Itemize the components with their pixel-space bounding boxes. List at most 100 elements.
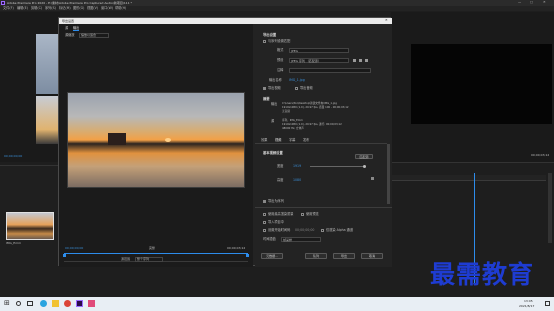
taskbar-date: 2021/8/17 bbox=[519, 303, 535, 308]
menu-sequence[interactable]: 序列(S) bbox=[45, 6, 56, 10]
settings-tabs: 效果 视频 字幕 发布 bbox=[255, 137, 387, 144]
menu-clip[interactable]: 剪辑(C) bbox=[31, 6, 42, 10]
set-start-timecode-checkbox[interactable] bbox=[263, 229, 266, 232]
search-icon[interactable] bbox=[16, 301, 21, 306]
watermark-logo: 最需教育 bbox=[430, 260, 535, 289]
out-point-handle[interactable] bbox=[246, 254, 249, 257]
render-alpha-checkbox[interactable] bbox=[321, 229, 324, 232]
use-previews-label: 使用预览 bbox=[306, 212, 319, 216]
export-audio-checkbox[interactable] bbox=[295, 87, 298, 90]
delete-preset-icon[interactable] bbox=[365, 59, 368, 62]
time-interpolation-select[interactable]: 帧采样 bbox=[281, 237, 321, 242]
edge-icon[interactable] bbox=[40, 300, 47, 307]
menu-window[interactable]: 窗口(W) bbox=[101, 6, 113, 10]
settings-panel: 导出设置 与序列设置匹配 格式 JPEG 预设 JPEG 序列 （匹配源） 注释… bbox=[255, 24, 392, 267]
source-scaling-select[interactable]: 缩放以适合 bbox=[79, 33, 109, 38]
format-select[interactable]: JPEG bbox=[289, 48, 349, 53]
match-source-button[interactable]: 匹配源 bbox=[355, 154, 373, 159]
source-range-label: 源范围 bbox=[121, 257, 131, 261]
timeline-scrollbar[interactable] bbox=[548, 173, 552, 243]
summary-source-line3: 48000 Hz, 立体声 bbox=[282, 127, 304, 130]
window-title: Adobe Premiere Pro 2020 - E:\素材\Adobe Pr… bbox=[7, 0, 133, 5]
comment-label: 注释 bbox=[277, 68, 284, 72]
preview-city-silhouette bbox=[108, 133, 126, 145]
comment-input[interactable] bbox=[289, 68, 371, 73]
export-settings-header: 导出设置 bbox=[263, 33, 277, 37]
source-monitor-panel: 00;00;00;00 bbox=[0, 12, 60, 162]
width-slider[interactable] bbox=[310, 166, 365, 167]
dialog-close-button[interactable]: ✕ bbox=[385, 18, 388, 22]
source-range-select[interactable]: 整个序列 bbox=[135, 257, 163, 262]
menu-bar: 文件(F) 编辑(E) 剪辑(C) 序列(S) 标记(M) 图形(G) 视图(V… bbox=[0, 6, 554, 11]
output-name-link[interactable]: IMG_1.jpg bbox=[289, 78, 305, 82]
in-point-handle[interactable] bbox=[63, 254, 66, 257]
width-slider-thumb[interactable] bbox=[363, 164, 366, 168]
dialog-title: 导出设置 bbox=[62, 18, 75, 23]
work-area-bar[interactable] bbox=[64, 253, 248, 255]
width-value[interactable]: 1919 bbox=[293, 164, 301, 168]
import-into-project-checkbox[interactable] bbox=[263, 221, 266, 224]
height-value[interactable]: 1080 bbox=[293, 178, 301, 182]
max-render-quality-checkbox[interactable] bbox=[263, 213, 266, 216]
menu-view[interactable]: 视图(V) bbox=[87, 6, 98, 10]
file-explorer-icon[interactable] bbox=[52, 300, 59, 307]
use-previews-checkbox[interactable] bbox=[301, 213, 304, 216]
preview-area: 源 输出 源缩放 缩放以适合 00;00;00;00 00;00;03;12 完… bbox=[59, 24, 253, 267]
menu-file[interactable]: 文件(F) bbox=[3, 6, 14, 10]
export-dialog: 导出设置 ✕ 源 输出 源缩放 缩放以适合 00;00;00;00 00;00;… bbox=[58, 17, 392, 267]
preview-sun bbox=[165, 138, 171, 142]
menu-graphics[interactable]: 图形(G) bbox=[73, 6, 84, 10]
maximize-button[interactable]: □ bbox=[530, 0, 533, 4]
match-sequence-checkbox[interactable] bbox=[263, 40, 266, 43]
menu-help[interactable]: 帮助(H) bbox=[115, 6, 126, 10]
menu-marker[interactable]: 标记(M) bbox=[59, 6, 71, 10]
preset-select[interactable]: JPEG 序列 （匹配源） bbox=[289, 58, 349, 63]
constrain-proportions-checkbox[interactable] bbox=[371, 177, 374, 180]
summary-output-line3: 无音频 bbox=[282, 110, 290, 113]
source-timecode: 00;00;00;00 bbox=[4, 154, 23, 158]
import-into-project-label: 导入项目中 bbox=[268, 220, 284, 224]
start-timecode-value[interactable]: 00;00;00;00 bbox=[295, 228, 314, 232]
export-button[interactable]: 导出 bbox=[333, 253, 355, 259]
notification-icon[interactable] bbox=[545, 301, 550, 306]
width-label: 宽度 bbox=[277, 164, 284, 168]
app-taskbar-icon[interactable] bbox=[88, 300, 95, 307]
menu-edit[interactable]: 编辑(E) bbox=[17, 6, 28, 10]
max-render-quality-label: 使用最高渲染质量 bbox=[268, 212, 294, 216]
tab-video[interactable]: 视频 bbox=[275, 138, 281, 142]
tab-source[interactable]: 源 bbox=[65, 26, 68, 30]
source-scaling-label: 源缩放 bbox=[65, 33, 75, 37]
metadata-button[interactable]: 元数据... bbox=[261, 253, 283, 259]
tab-effects[interactable]: 效果 bbox=[261, 138, 267, 142]
chrome-icon[interactable] bbox=[64, 300, 71, 307]
windows-start-icon[interactable]: ⊞ bbox=[4, 300, 10, 307]
save-preset-icon[interactable] bbox=[353, 59, 356, 62]
import-preset-icon[interactable] bbox=[359, 59, 362, 62]
premiere-taskbar-icon[interactable] bbox=[76, 300, 83, 307]
clip-name: IMG_Emm bbox=[6, 241, 22, 245]
tab-output[interactable]: 输出 bbox=[73, 26, 80, 32]
close-button[interactable]: ✕ bbox=[543, 0, 546, 4]
export-as-sequence-checkbox[interactable] bbox=[263, 200, 266, 203]
timecode-in: 00;00;00;00 bbox=[65, 246, 84, 250]
export-audio-label: 导出音频 bbox=[300, 86, 313, 90]
settings-scrollbar[interactable] bbox=[387, 144, 390, 204]
queue-button[interactable]: 队列 bbox=[305, 253, 327, 259]
source-thumbnail-top bbox=[36, 34, 58, 94]
clip-thumbnail[interactable] bbox=[6, 212, 54, 240]
export-video-checkbox[interactable] bbox=[263, 87, 266, 90]
tab-publish[interactable]: 发布 bbox=[303, 138, 309, 142]
time-interpolation-label: 时间插值 bbox=[263, 237, 276, 241]
minimize-button[interactable]: — bbox=[518, 0, 521, 4]
program-monitor: 00;00;03;12 bbox=[391, 12, 554, 162]
summary-source-label: 源 bbox=[271, 119, 275, 123]
export-video-label: 导出视频 bbox=[268, 86, 281, 90]
tab-captions[interactable]: 字幕 bbox=[289, 138, 295, 142]
cancel-button[interactable]: 取消 bbox=[361, 253, 383, 259]
fit-dropdown[interactable]: 完整 bbox=[149, 247, 155, 250]
timeline-ruler[interactable] bbox=[391, 175, 546, 181]
project-panel: IMG_Emm bbox=[0, 165, 60, 295]
task-view-icon[interactable] bbox=[27, 301, 33, 306]
video-preview bbox=[67, 92, 245, 188]
match-sequence-label: 与序列设置匹配 bbox=[268, 39, 291, 43]
